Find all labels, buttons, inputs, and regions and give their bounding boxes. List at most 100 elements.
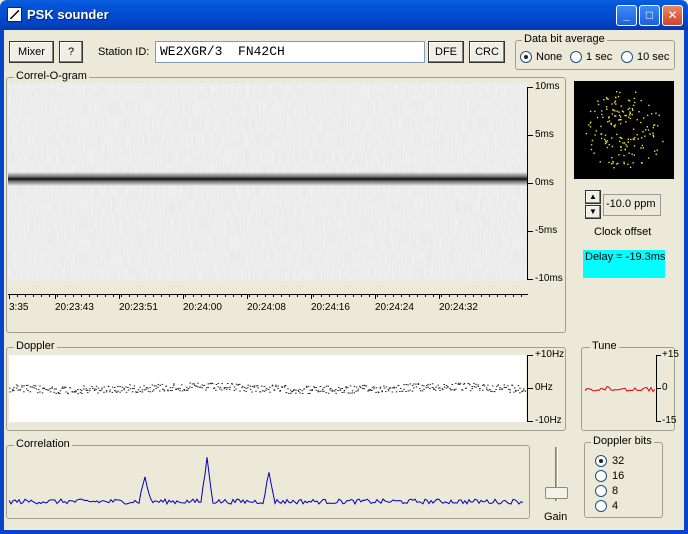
- scope-dot: [652, 134, 654, 136]
- radio-10-sec[interactable]: [621, 51, 633, 63]
- radio-bits-32-label: 32: [612, 455, 625, 467]
- doppler-dot: [105, 390, 108, 392]
- correlogram-x-minor-tick: [433, 294, 434, 297]
- doppler-dot: [101, 389, 103, 391]
- correlogram-x-minor-tick: [489, 294, 490, 297]
- doppler-dot: [445, 387, 448, 389]
- correlogram-x-minor-tick: [385, 294, 386, 297]
- doppler-dot: [201, 384, 204, 386]
- scope-dot: [614, 124, 617, 126]
- scope-dot: [600, 133, 602, 135]
- app-icon: [7, 7, 22, 22]
- radio-none[interactable]: [520, 51, 532, 63]
- minimize-icon: _: [623, 8, 630, 22]
- mixer-button[interactable]: Mixer: [9, 41, 54, 63]
- radio-bits-4[interactable]: [595, 500, 607, 512]
- gain-slider-thumb[interactable]: [545, 487, 568, 499]
- radio-1-sec[interactable]: [570, 51, 582, 63]
- doppler-dot: [91, 385, 93, 387]
- doppler-dot: [45, 389, 48, 390]
- doppler-dot: [229, 388, 231, 390]
- doppler-dot: [37, 389, 40, 391]
- doppler-dot: [99, 390, 101, 392]
- clock-offset-down-button[interactable]: ▼: [585, 205, 601, 219]
- doppler-dot: [261, 385, 263, 387]
- doppler-dot: [53, 388, 56, 390]
- station-id-field[interactable]: WE2XGR/3 FN42CH: [155, 41, 425, 63]
- doppler-dot: [25, 388, 28, 390]
- doppler-dot: [463, 382, 466, 384]
- doppler-dot: [375, 391, 377, 393]
- doppler-dot: [307, 393, 310, 394]
- doppler-dot: [87, 389, 89, 391]
- doppler-dot: [449, 387, 451, 389]
- doppler-dot: [151, 390, 154, 392]
- doppler-dot: [63, 387, 65, 389]
- doppler-dot: [33, 387, 35, 389]
- doppler-dot: [369, 389, 372, 390]
- tune-plot: [585, 386, 655, 393]
- close-button[interactable]: ✕: [662, 5, 683, 26]
- doppler-dot: [491, 385, 494, 387]
- doppler-dot: [311, 389, 314, 391]
- doppler-bits-title: Doppler bits: [591, 435, 654, 447]
- maximize-button[interactable]: □: [639, 5, 660, 26]
- doppler-dot: [457, 383, 460, 385]
- doppler-dot: [19, 389, 21, 391]
- doppler-dot: [325, 392, 327, 394]
- doppler-dot: [473, 382, 475, 384]
- scope-dot: [619, 91, 621, 94]
- scope-dot: [613, 101, 616, 104]
- doppler-dot: [419, 390, 422, 392]
- minimize-button[interactable]: _: [616, 5, 637, 26]
- doppler-dot: [235, 383, 238, 385]
- correlogram-x-minor-tick: [137, 294, 138, 297]
- doppler-dot: [11, 390, 14, 392]
- scope-dot: [619, 140, 621, 143]
- doppler-dot: [151, 384, 154, 386]
- doppler-dot: [397, 384, 400, 386]
- doppler-dot: [313, 387, 316, 389]
- doppler-dot: [161, 383, 164, 385]
- scope-dot: [614, 110, 616, 112]
- doppler-dot: [351, 390, 354, 392]
- scope-dot: [612, 160, 614, 163]
- doppler-dot: [523, 388, 525, 390]
- doppler-dot: [187, 389, 189, 391]
- radio-bits-16[interactable]: [595, 470, 607, 482]
- doppler-dot: [437, 384, 439, 386]
- radio-bits-8[interactable]: [595, 485, 607, 497]
- doppler-dot: [495, 385, 498, 387]
- doppler-dot: [305, 385, 308, 387]
- radio-bits-32[interactable]: [595, 455, 607, 467]
- clock-offset-up-button[interactable]: ▲: [585, 190, 601, 204]
- doppler-dot: [149, 391, 152, 393]
- scope-dot: [650, 113, 653, 115]
- doppler-dot: [173, 384, 175, 386]
- scope-dot: [616, 91, 618, 93]
- doppler-dot: [233, 386, 236, 388]
- correlogram-x-minor-tick: [289, 294, 290, 297]
- doppler-dot: [417, 384, 420, 385]
- correlogram-x-minor-tick: [457, 294, 458, 297]
- doppler-dot: [239, 390, 241, 392]
- crc-button[interactable]: CRC: [469, 41, 505, 63]
- scope-dot: [655, 112, 657, 114]
- doppler-dot: [301, 390, 304, 392]
- help-button[interactable]: ?: [59, 41, 83, 63]
- scope-dot: [652, 132, 654, 134]
- scope-dot: [612, 109, 614, 111]
- doppler-dot: [305, 387, 308, 388]
- correlogram-x-minor-tick: [25, 294, 26, 297]
- doppler-dot: [289, 392, 292, 394]
- doppler-dot: [509, 389, 511, 391]
- correlogram-x-tick-mark: [183, 294, 184, 299]
- correlogram-x-minor-tick: [369, 294, 370, 297]
- doppler-dot: [317, 391, 320, 393]
- correlogram-x-minor-tick: [329, 294, 330, 297]
- doppler-dot: [361, 385, 364, 387]
- doppler-dot: [407, 384, 409, 386]
- doppler-dot: [107, 385, 110, 387]
- dfe-button[interactable]: DFE: [428, 41, 464, 63]
- scope-dot: [641, 144, 643, 147]
